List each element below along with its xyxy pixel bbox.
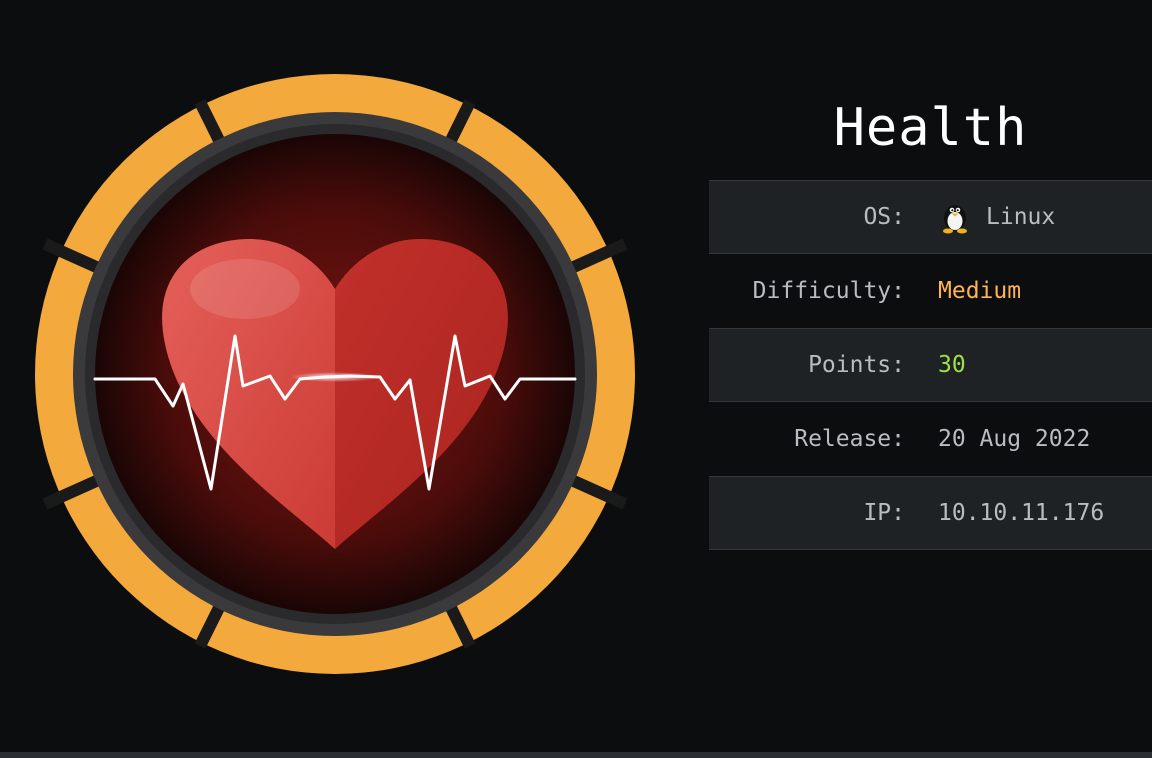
points-label: Points:: [808, 352, 905, 378]
release-label: Release:: [794, 426, 905, 452]
points-row: Points: 30: [709, 328, 1152, 402]
points-value: 30: [938, 352, 966, 378]
release-row: Release: 20 Aug 2022: [709, 402, 1152, 476]
difficulty-value: Medium: [938, 278, 1022, 304]
ip-value: 10.10.11.176: [938, 500, 1105, 526]
os-row: OS: Linux: [709, 180, 1152, 254]
machine-info-page: Health OS: Linux Difficulty: Medium Poin…: [0, 0, 1152, 752]
ip-label: IP:: [863, 500, 905, 526]
difficulty-row: Difficulty: Medium: [709, 254, 1152, 328]
os-value: Linux: [938, 200, 1055, 234]
heart-pulse-badge-icon: [35, 74, 635, 674]
difficulty-label: Difficulty:: [752, 278, 905, 304]
machine-info-table: OS: Linux Difficulty: Medium Points: 30 …: [709, 180, 1152, 550]
machine-title: Health: [833, 98, 1028, 158]
tux-penguin-icon: [943, 205, 967, 234]
release-value: 20 Aug 2022: [938, 426, 1091, 452]
os-text: Linux: [986, 204, 1056, 230]
bottom-divider: [0, 752, 1152, 758]
os-label: OS:: [863, 204, 905, 230]
ip-row: IP: 10.10.11.176: [709, 476, 1152, 550]
